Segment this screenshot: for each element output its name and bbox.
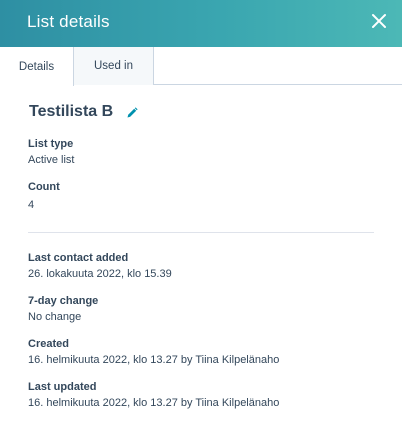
list-type-value: Active list (28, 154, 75, 166)
list-name: Testilista B (29, 103, 114, 120)
panel-title: List details (27, 12, 110, 31)
list-name-row: Testilista B (29, 103, 138, 121)
last-updated-label: Last updated (28, 381, 97, 393)
last-contact-added-label: Last contact added (28, 252, 129, 264)
panel-header: List details (0, 0, 402, 47)
close-button[interactable] (368, 10, 390, 32)
created-label: Created (28, 338, 69, 350)
divider (28, 232, 374, 233)
close-icon (372, 14, 386, 28)
tab-used-in[interactable]: Used in (74, 47, 154, 85)
list-type-field: List type Active list (28, 137, 74, 167)
seven-day-change-field: 7-day change No change (28, 294, 98, 324)
pencil-icon (127, 107, 138, 118)
count-field: Count 4 (28, 180, 60, 212)
tab-bar: Details Used in (0, 47, 402, 86)
last-contact-added-value: 26. lokakuuta 2022, klo 15.39 (28, 268, 172, 280)
tab-details-label: Details (18, 60, 55, 73)
edit-name-button[interactable] (126, 106, 138, 118)
seven-day-change-value: No change (28, 311, 82, 323)
tab-used-in-label: Used in (94, 60, 133, 72)
last-contact-added-field: Last contact added 26. lokakuuta 2022, k… (28, 251, 172, 281)
list-type-label: List type (28, 138, 74, 150)
created-field: Created 16. helmikuuta 2022, klo 13.27 b… (28, 337, 279, 367)
last-updated-field: Last updated 16. helmikuuta 2022, klo 13… (28, 380, 279, 410)
created-value: 16. helmikuuta 2022, klo 13.27 by Tiina … (28, 354, 280, 366)
last-updated-value: 16. helmikuuta 2022, klo 13.27 by Tiina … (28, 397, 280, 409)
count-value: 4 (28, 199, 35, 211)
count-label: Count (28, 181, 60, 193)
seven-day-change-label: 7-day change (28, 295, 99, 307)
tab-details[interactable]: Details (0, 47, 74, 86)
